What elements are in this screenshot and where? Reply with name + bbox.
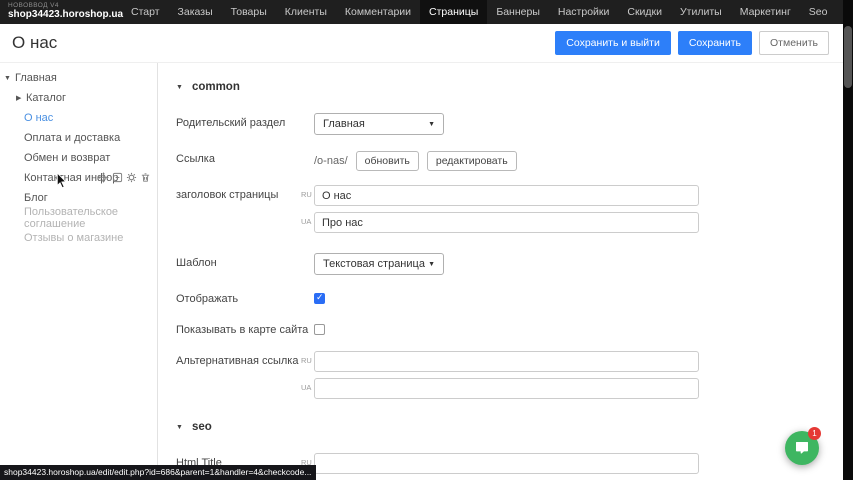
tree-item-catalog[interactable]: ▶ Каталог xyxy=(0,88,157,108)
tree-item-label: Отзывы о магазине xyxy=(24,232,123,244)
lang-tag-ru: RU xyxy=(301,356,312,365)
tree-item-main[interactable]: ▼ Главная xyxy=(0,68,157,88)
select-value: Текстовая страница xyxy=(323,258,425,270)
chevron-down-icon: ▼ xyxy=(176,424,183,431)
browser-status-bar: shop34423.horoshop.ua/edit/edit.php?id=6… xyxy=(0,465,316,480)
tree-item-blog[interactable]: Блог xyxy=(0,188,157,208)
field-template: Шаблон Текстовая страница ▼ xyxy=(176,253,843,275)
display-checkbox[interactable] xyxy=(314,293,325,304)
html-title-ru-input[interactable] xyxy=(314,453,699,474)
field-label: Родительский раздел xyxy=(176,113,314,135)
tree-item-label: Оплата и доставка xyxy=(24,132,120,144)
section-common[interactable]: ▼ common xyxy=(176,81,843,93)
header-buttons: Сохранить и выйти Сохранить Отменить xyxy=(555,31,829,55)
tree-item-store-reviews[interactable]: Отзывы о магазине xyxy=(0,228,157,248)
tree-item-exchange-return[interactable]: Обмен и возврат xyxy=(0,148,157,168)
tree-item-user-agreement[interactable]: Пользовательское соглашение xyxy=(0,208,157,228)
menu-discounts[interactable]: Скидки xyxy=(618,0,671,24)
save-button[interactable]: Сохранить xyxy=(678,31,752,55)
chevron-right-icon[interactable]: ▶ xyxy=(16,94,21,102)
chevron-down-icon[interactable]: ▼ xyxy=(4,75,11,82)
field-label: Показывать в карте сайта xyxy=(176,320,314,337)
cancel-button[interactable]: Отменить xyxy=(759,31,829,55)
field-label: Отображать xyxy=(176,289,314,306)
select-value: Главная xyxy=(323,118,365,130)
tree-item-label: Каталог xyxy=(26,92,66,104)
menu-seo[interactable]: Seo xyxy=(800,0,837,24)
menu-clients[interactable]: Клиенты xyxy=(276,0,336,24)
sitemap-checkbox[interactable] xyxy=(314,324,325,335)
move-icon[interactable] xyxy=(98,172,109,183)
alt-link-ua-input[interactable] xyxy=(314,378,699,399)
page-title-ua-input[interactable] xyxy=(314,212,699,233)
menu-orders[interactable]: Заказы xyxy=(169,0,222,24)
support-chat-button[interactable]: 1 xyxy=(785,431,819,465)
scrollbar-thumb[interactable] xyxy=(844,26,852,88)
menu-marketing[interactable]: Маркетинг xyxy=(731,0,800,24)
field-parent-section: Родительский раздел Главная ▼ xyxy=(176,113,843,135)
field-sitemap: Показывать в карте сайта xyxy=(176,320,843,337)
page-scrollbar[interactable] xyxy=(843,0,853,480)
menu-products[interactable]: Товары xyxy=(222,0,276,24)
lang-tag-ua: UA xyxy=(301,217,311,226)
tree-item-label: Обмен и возврат xyxy=(24,152,110,164)
tree-item-payment-delivery[interactable]: Оплата и доставка xyxy=(0,128,157,148)
field-label: Альтернативная ссылка xyxy=(176,351,314,405)
menu-comments[interactable]: Комментарии xyxy=(336,0,420,24)
tree-item-about[interactable]: О нас xyxy=(0,108,157,128)
link-path-text: /o-nas/ xyxy=(314,155,348,167)
tree-item-label: О нас xyxy=(24,112,53,124)
menu-banners[interactable]: Баннеры xyxy=(487,0,549,24)
menu-start[interactable]: Старт xyxy=(122,0,169,24)
lang-tag-ua: UA xyxy=(301,383,311,392)
main-menu: Старт Заказы Товары Клиенты Комментарии … xyxy=(122,0,843,24)
page-edit-form: ▼ common Родительский раздел Главная ▼ С… xyxy=(157,63,843,480)
menu-utilities[interactable]: Утилиты xyxy=(671,0,731,24)
tree-item-label: Главная xyxy=(15,72,57,84)
brand-logo[interactable]: НОВОВВОД V4 shop34423.horoshop.ua xyxy=(0,0,112,24)
field-label: заголовок страницы xyxy=(176,185,314,239)
page-header: О нас Сохранить и выйти Сохранить Отмени… xyxy=(0,24,843,63)
pages-tree-sidebar: ▼ Главная ▶ Каталог О нас Оплата и доста… xyxy=(0,63,157,480)
chevron-down-icon: ▼ xyxy=(428,121,435,128)
tree-item-label: Блог xyxy=(24,192,48,204)
tree-item-contact-info[interactable]: Контактная инфор xyxy=(0,168,157,188)
tree-item-actions xyxy=(98,172,151,183)
template-select[interactable]: Текстовая страница ▼ xyxy=(314,253,444,275)
parent-section-select[interactable]: Главная ▼ xyxy=(314,113,444,135)
add-page-icon[interactable] xyxy=(112,172,123,183)
admin-page: НОВОВВОД V4 shop34423.horoshop.ua Старт … xyxy=(0,0,843,480)
field-label: Ссылка xyxy=(176,149,314,171)
brand-domain: shop34423.horoshop.ua xyxy=(8,10,106,21)
menu-settings[interactable]: Настройки xyxy=(549,0,619,24)
chat-icon xyxy=(794,440,810,456)
chevron-down-icon: ▼ xyxy=(176,84,183,91)
save-and-exit-button[interactable]: Сохранить и выйти xyxy=(555,31,671,55)
section-title: seo xyxy=(192,421,212,433)
chevron-down-icon: ▼ xyxy=(428,261,435,268)
gear-icon[interactable] xyxy=(126,172,137,183)
field-alt-link: Альтернативная ссылка RU UA xyxy=(176,351,843,405)
menu-pages[interactable]: Страницы xyxy=(420,0,487,24)
chat-notification-badge: 1 xyxy=(808,427,821,440)
tree-item-label: Пользовательское соглашение xyxy=(24,206,157,230)
delete-icon[interactable] xyxy=(140,172,151,183)
field-display: Отображать xyxy=(176,289,843,306)
alt-link-ru-input[interactable] xyxy=(314,351,699,372)
field-page-title: заголовок страницы RU UA xyxy=(176,185,843,239)
topbar: НОВОВВОД V4 shop34423.horoshop.ua Старт … xyxy=(0,0,843,24)
page-title: О нас xyxy=(12,33,57,53)
screen: НОВОВВОД V4 shop34423.horoshop.ua Старт … xyxy=(0,0,853,480)
link-update-button[interactable]: обновить xyxy=(356,151,419,171)
field-label: Шаблон xyxy=(176,253,314,275)
link-edit-button[interactable]: редактировать xyxy=(427,151,517,171)
page-title-ru-input[interactable] xyxy=(314,185,699,206)
lang-tag-ru: RU xyxy=(301,190,312,199)
field-link: Ссылка /o-nas/ обновить редактировать xyxy=(176,149,843,171)
section-seo[interactable]: ▼ seo xyxy=(176,421,843,433)
section-title: common xyxy=(192,81,240,93)
